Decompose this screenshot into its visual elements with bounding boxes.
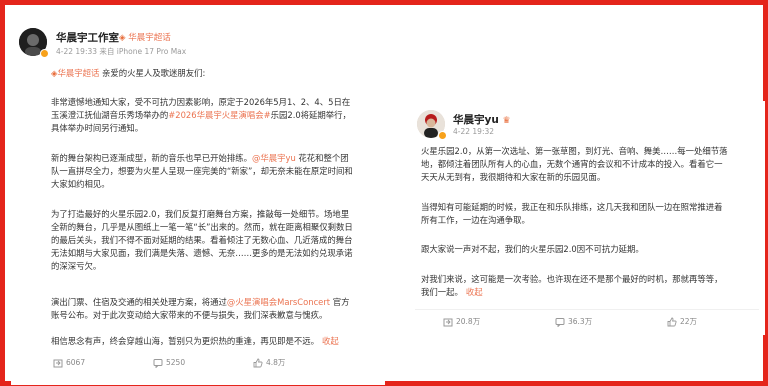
repost-count: 6067 <box>66 358 86 367</box>
like-button[interactable]: 4.8万 <box>253 357 285 368</box>
text-line: 队一直拼尽全力，想要为火星人呈现一座完美的“新家”，却无奈未能在原定时间和 <box>51 166 353 176</box>
text-line: 的最后关头，我们不得不面对延期的结果。看着倾注了无数心血、几近落成的舞台 <box>51 235 353 245</box>
comment-button[interactable]: 5250 <box>153 358 253 368</box>
post-time[interactable]: 4-22 19:33 <box>56 47 97 56</box>
text-line: 大家如约相见。 <box>51 179 110 189</box>
text-line: 账号公布。对于此次变动给大家带来的不便与损失，我们深表歉意与愧疚。 <box>51 310 328 320</box>
text-span: 我们一起。 <box>421 287 463 297</box>
post-time[interactable]: 4-22 19:32 <box>453 127 494 136</box>
action-bar: 6067 5250 4.8万 <box>53 357 353 368</box>
paragraph-4: 对我们来说，这可能是一次考验。也许现在还不是那个最好的时机，那就再等等， 我们一… <box>421 273 765 299</box>
thumbs-up-icon <box>667 317 677 326</box>
text-span: 花花和整个团 <box>295 153 349 163</box>
author-name[interactable]: 华晨宇yu ♛ <box>453 112 511 127</box>
paragraph-2: 当得知有可能延期的时候，我正在和乐队排练，这几天我和团队一边在照常推进着 所有工… <box>421 201 765 227</box>
text-span: 相信思念有声，终会穿越山海，暂别只为更炽热的重逢，再见即是不远。 <box>51 336 319 346</box>
repost-button[interactable]: 20.8万 <box>443 316 555 327</box>
post-source: 来自 iPhone 17 Pro Max <box>99 47 187 56</box>
text-span: 乐园2.0将延期举行， <box>270 110 351 120</box>
comment-count: 5250 <box>166 358 186 367</box>
text-line: 跟大家说一声对不起，我们的火星乐园2.0因不可抗力延期。 <box>421 244 644 254</box>
super-topic-icon: ◈ <box>119 33 126 43</box>
text-span: 演出门票、住宿及交通的相关处理方案，将通过 <box>51 297 227 307</box>
left-weibo-post: 华晨宇工作室 ◈ 华晨宇超话 4-22 19:33 来自 iPhone 17 P… <box>11 11 385 385</box>
thumbs-up-icon <box>253 358 263 367</box>
text-span: 新的舞台架构已逐渐成型，新的音乐也早已开始排练。 <box>51 153 252 163</box>
author-name[interactable]: 华晨宇工作室 <box>56 30 119 45</box>
text-line: 我们一起。 收起 <box>421 286 765 299</box>
greeting-topic-link[interactable]: 华晨宇超话 <box>57 68 99 78</box>
text-line: 具体举办时间另行通知。 <box>51 123 144 133</box>
action-bar: 20.8万 36.3万 22万 <box>443 316 743 327</box>
super-topic-label: 华晨宇超话 <box>128 33 171 43</box>
text-span: 官方 <box>330 297 350 307</box>
paragraph-3: 为了打造最好的火星乐园2.0，我们反复打磨舞台方案，推敲每一处细节。场地里 全新… <box>51 208 385 273</box>
text-line: 地，都倾注着团队所有人的心血，无数个通宵的会议和不计成本的投入。看着它一 <box>421 159 723 169</box>
comment-count: 36.3万 <box>568 317 593 326</box>
mention-link[interactable]: @火星演唱会MarsConcert <box>227 297 330 307</box>
divider <box>415 309 759 310</box>
text-line: 演出门票、住宿及交通的相关处理方案，将通过@火星演唱会MarsConcert 官… <box>51 296 385 309</box>
paragraph-5: 相信思念有声，终会穿越山海，暂别只为更炽热的重逢，再见即是不远。 收起 <box>51 335 385 348</box>
paragraph-2: 新的舞台架构已逐渐成型，新的音乐也早已开始排练。@华晨宇yu 花花和整个团 队一… <box>51 152 385 191</box>
repost-icon <box>443 318 453 326</box>
text-line: 玉溪澄江抚仙湖音乐秀场举办的#2026华晨宇火星演唱会#乐园2.0将延期举行， <box>51 109 385 122</box>
text-line: 火星乐园2.0，从第一次选址、第一张草图，到灯光、音响、舞美……每一处细节落 <box>421 146 728 156</box>
repost-icon <box>53 359 63 367</box>
post-meta: 4-22 19:33 来自 iPhone 17 Pro Max <box>56 46 186 57</box>
collapse-link[interactable]: 收起 <box>322 336 339 346</box>
text-line: 全新的舞台，几乎是从图纸上一笔一笔“长”出来的。然而，就在距离相聚仅剩数日 <box>51 222 353 232</box>
like-count: 4.8万 <box>266 358 286 367</box>
repost-button[interactable]: 6067 <box>53 358 153 368</box>
paragraph-1: 火星乐园2.0，从第一次选址、第一张草图，到灯光、音响、舞美……每一处细节落 地… <box>421 145 765 184</box>
text-line: 天天从无到有，我很期待和大家在新的乐园见面。 <box>421 172 606 182</box>
author-name-text: 华晨宇yu <box>453 114 499 126</box>
text-line: 的深深亏欠。 <box>51 261 102 271</box>
text-line: 所有工作，一边在沟通争取。 <box>421 215 530 225</box>
greeting-line: ◈华晨宇超话 亲爱的火星人及歌迷朋友们: <box>51 67 381 80</box>
paragraph-3: 跟大家说一声对不起，我们的火星乐园2.0因不可抗力延期。 <box>421 243 765 256</box>
greeting-text: 亲爱的火星人及歌迷朋友们: <box>99 68 206 78</box>
repost-count: 20.8万 <box>456 317 481 326</box>
like-count: 22万 <box>680 317 698 326</box>
text-span: 玉溪澄江抚仙湖音乐秀场举办的 <box>51 110 169 120</box>
crown-icon: ♛ <box>502 116 511 126</box>
verified-badge-icon <box>40 49 49 58</box>
like-button[interactable]: 22万 <box>667 316 697 327</box>
comment-icon <box>153 358 163 368</box>
text-line: 对我们来说，这可能是一次考验。也许现在还不是那个最好的时机，那就再等等， <box>421 274 723 284</box>
comment-icon <box>555 317 565 327</box>
concert-topic-link[interactable]: #2026华晨宇火星演唱会# <box>168 110 270 120</box>
paragraph-1: 非常遗憾地通知大家，受不可抗力因素影响，原定于2026年5月1、2、4、5日在 … <box>51 96 385 135</box>
text-line: 无法如期与大家见面，我们满是失落、遗憾、无奈……更多的是无法如约兑现承诺 <box>51 248 353 258</box>
paragraph-4: 演出门票、住宿及交通的相关处理方案，将通过@火星演唱会MarsConcert 官… <box>51 296 385 322</box>
text-line: 非常遗憾地通知大家，受不可抗力因素影响，原定于2026年5月1、2、4、5日在 <box>51 97 351 107</box>
right-weibo-post: 华晨宇yu ♛ 4-22 19:32 火星乐园2.0，从第一次选址、第一张草图，… <box>407 101 765 335</box>
super-topic-link[interactable]: ◈ 华晨宇超话 <box>119 31 171 43</box>
text-line: 为了打造最好的火星乐园2.0，我们反复打磨舞台方案，推敲每一处细节。场地里 <box>51 209 350 219</box>
comment-button[interactable]: 36.3万 <box>555 316 667 327</box>
text-line: 当得知有可能延期的时候，我正在和乐队排练，这几天我和团队一边在照常推进着 <box>421 202 723 212</box>
collapse-link[interactable]: 收起 <box>466 287 483 297</box>
screenshot-frame: 华晨宇工作室 ◈ 华晨宇超话 4-22 19:33 来自 iPhone 17 P… <box>0 0 768 386</box>
mention-link[interactable]: @华晨宇yu <box>252 153 296 163</box>
verified-badge-icon <box>438 131 447 140</box>
text-line: 新的舞台架构已逐渐成型，新的音乐也早已开始排练。@华晨宇yu 花花和整个团 <box>51 152 385 165</box>
